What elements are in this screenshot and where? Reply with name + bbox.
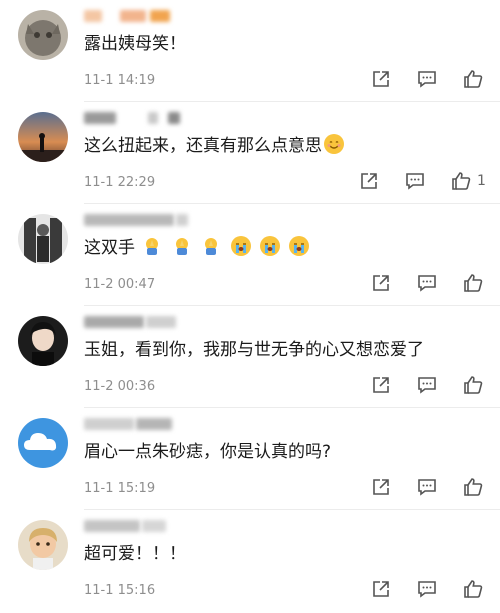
thumbs-up-icon <box>452 172 471 190</box>
pray-emoji <box>172 236 192 256</box>
avatar-person-icon <box>18 316 68 366</box>
comment-icon <box>418 275 436 292</box>
comment-icon <box>418 479 436 496</box>
reply-button[interactable] <box>402 168 428 194</box>
thumbs-up-icon <box>464 478 483 496</box>
cry-emoji <box>260 236 281 256</box>
share-button[interactable] <box>368 474 394 500</box>
thumbs-up-icon <box>464 376 483 394</box>
thumbs-up-icon <box>464 70 483 88</box>
comment-time: 11-1 14:19 <box>84 73 156 88</box>
username-redacted[interactable] <box>84 108 204 128</box>
share-button[interactable] <box>368 576 394 602</box>
comment-time: 11-2 00:47 <box>84 277 156 292</box>
pray-emoji <box>201 236 221 256</box>
reply-button[interactable] <box>414 372 440 398</box>
cry-emoji <box>289 236 310 256</box>
avatar[interactable] <box>18 10 68 60</box>
comment-text-content: 这双手 <box>84 238 135 258</box>
share-button[interactable] <box>368 270 394 296</box>
avatar[interactable] <box>18 112 68 162</box>
share-icon <box>373 275 389 291</box>
comment-time: 11-2 00:36 <box>84 379 156 394</box>
thumbs-up-icon <box>464 274 483 292</box>
username-redacted[interactable] <box>84 210 204 230</box>
avatar[interactable] <box>18 214 68 264</box>
like-button[interactable] <box>460 66 486 92</box>
like-button[interactable] <box>460 474 486 500</box>
username-redacted[interactable] <box>84 6 204 26</box>
comment-text: 这么扭起来，还真有那么点意思 <box>84 134 346 158</box>
cry-emoji <box>230 236 251 256</box>
comment-text: 露出姨母笑！ <box>84 34 186 54</box>
avatar[interactable] <box>18 316 68 366</box>
comment-time: 11-1 22:29 <box>84 175 156 190</box>
share-button[interactable] <box>368 66 394 92</box>
share-icon <box>373 479 389 495</box>
comment-text-content: 这么扭起来，还真有那么点意思 <box>84 136 322 156</box>
reply-button[interactable] <box>414 270 440 296</box>
comment-text: 这双手 <box>84 236 311 260</box>
comment-item: 超可爱！！！ 11-1 15:16 <box>0 510 500 612</box>
comment-text: 玉姐，看到你，我那与世无争的心又想恋爱了 <box>84 340 424 360</box>
share-button[interactable] <box>368 372 394 398</box>
comment-icon <box>418 377 436 394</box>
comment-time: 11-1 15:16 <box>84 583 156 598</box>
avatar[interactable] <box>18 520 68 570</box>
thumbs-up-icon <box>464 580 483 598</box>
comment-icon <box>418 581 436 598</box>
like-button[interactable] <box>448 168 474 194</box>
comment-item: 玉姐，看到你，我那与世无争的心又想恋爱了 11-2 00:36 <box>0 306 500 408</box>
avatar-cat-icon <box>18 10 68 60</box>
share-icon <box>373 71 389 87</box>
share-icon <box>373 377 389 393</box>
avatar-person-icon <box>18 214 68 264</box>
comment-item: 这么扭起来，还真有那么点意思 11-1 22:29 1 <box>0 102 500 204</box>
username-redacted[interactable] <box>84 312 204 332</box>
reply-button[interactable] <box>414 576 440 602</box>
share-icon <box>373 581 389 597</box>
comment-text: 超可爱！！！ <box>84 544 186 564</box>
comment-icon <box>406 173 424 190</box>
share-icon <box>361 173 377 189</box>
reply-button[interactable] <box>414 474 440 500</box>
comment-item: 这双手 11-2 00:47 <box>0 204 500 306</box>
like-count: 1 <box>477 173 486 189</box>
avatar[interactable] <box>18 418 68 468</box>
smile-emoji <box>324 134 344 154</box>
reply-button[interactable] <box>414 66 440 92</box>
pray-emoji <box>142 236 162 256</box>
comment-time: 11-1 15:19 <box>84 481 156 496</box>
username-redacted[interactable] <box>84 516 204 536</box>
comment-list: 露出姨母笑！ 11-1 14:19 这么扭起来，还真有那么点意思 11-1 22… <box>0 0 500 613</box>
comment-icon <box>418 71 436 88</box>
avatar-person-icon <box>18 520 68 570</box>
comment-item: 露出姨母笑！ 11-1 14:19 <box>0 0 500 102</box>
comment-text: 眉心一点朱砂痣，你是认真的吗? <box>84 442 332 462</box>
avatar-sunset-icon <box>18 112 68 162</box>
like-button[interactable] <box>460 576 486 602</box>
comment-item: 眉心一点朱砂痣，你是认真的吗? 11-1 15:19 <box>0 408 500 510</box>
share-button[interactable] <box>356 168 382 194</box>
like-button[interactable] <box>460 372 486 398</box>
avatar-cloud-icon <box>18 418 68 468</box>
username-redacted[interactable] <box>84 414 204 434</box>
like-button[interactable] <box>460 270 486 296</box>
